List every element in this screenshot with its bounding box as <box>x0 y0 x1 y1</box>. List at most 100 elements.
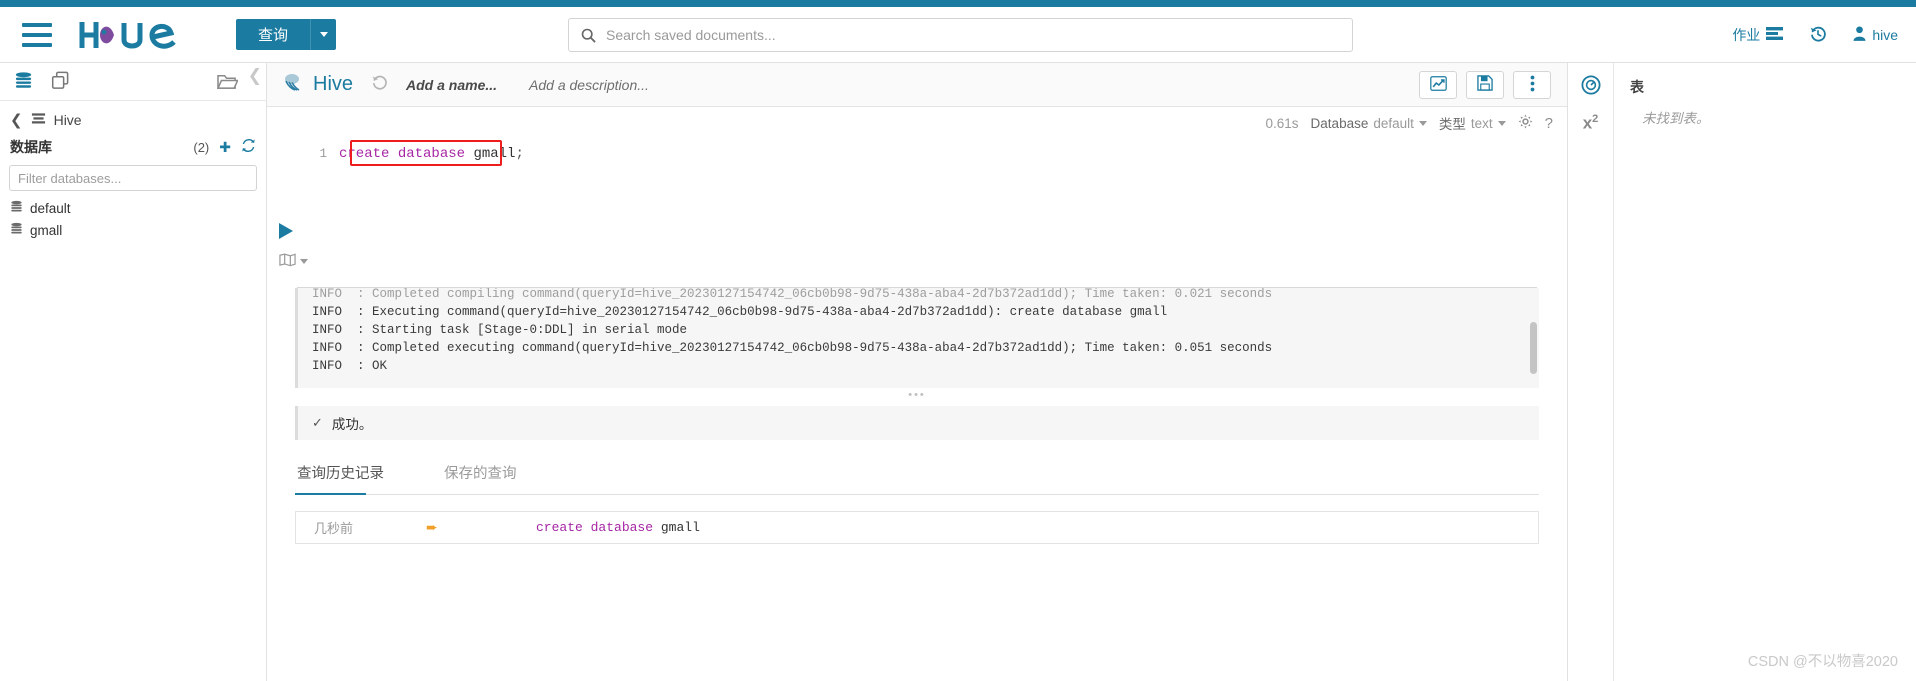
vertical-ellipsis-icon <box>1530 75 1535 95</box>
log-resize-handle[interactable]: ••• <box>295 388 1539 402</box>
query-button[interactable]: 查询 <box>236 19 311 50</box>
log-scrollbar[interactable] <box>1530 322 1537 374</box>
list-item[interactable]: default <box>0 197 266 219</box>
chevron-down-icon <box>319 32 328 37</box>
execution-time: 0.61s <box>1265 115 1299 131</box>
collapse-left-panel-icon[interactable]: ❮ <box>248 67 262 84</box>
result-type-selector[interactable]: 类型 text <box>1439 113 1506 133</box>
code-line: 1 create database gmall; <box>309 143 1567 165</box>
tab-saved-queries[interactable]: 保存的查询 <box>442 462 533 494</box>
hive-logo-icon <box>283 72 305 98</box>
log-line: INFO : Completed compiling command(query… <box>312 288 1273 301</box>
x-squared-icon[interactable]: x2 <box>1583 113 1599 134</box>
assist-source-header[interactable]: ❮ Hive <box>0 101 266 129</box>
log-output-panel[interactable]: INFO : Completed compiling command(query… <box>295 288 1539 388</box>
database-selector-label: Database <box>1310 115 1369 131</box>
result-type-value: text <box>1470 115 1493 131</box>
database-icon[interactable] <box>14 71 33 93</box>
databases-count: (2) <box>193 139 210 155</box>
editor-titlebar: Hive Add a name... Add a description... <box>267 63 1567 107</box>
question-mark-icon[interactable]: ? <box>1545 115 1553 132</box>
history-sql: create database gmall <box>536 520 700 535</box>
execution-meta-bar: 0.61s Database default 类型 text ? <box>267 107 1567 139</box>
search-input[interactable] <box>606 19 1340 51</box>
right-panel-rail: x2 <box>1568 63 1614 681</box>
sql-keyword: database <box>397 146 466 162</box>
hue-application: 查询 作业 <box>0 0 1916 681</box>
chart-button[interactable] <box>1419 70 1457 99</box>
editor-column: Hive Add a name... Add a description... <box>267 63 1568 681</box>
pin-icon[interactable]: ➨ <box>426 519 536 536</box>
documents-icon[interactable] <box>51 71 70 93</box>
sql-space <box>389 146 397 162</box>
sql-keyword: create <box>339 146 390 162</box>
tab-query-history[interactable]: 查询历史记录 <box>295 462 400 495</box>
editor-text-area[interactable]: 1 create database gmall; <box>309 139 1567 287</box>
log-output-section: INFO : Completed compiling command(query… <box>267 287 1567 402</box>
user-nav-item[interactable]: hive <box>1853 26 1898 44</box>
editor-app-label: Hive <box>313 73 354 95</box>
database-selector[interactable]: Database default <box>1311 116 1427 131</box>
query-name-input[interactable]: Add a name... <box>406 77 497 93</box>
database-icon <box>10 222 23 238</box>
more-options-button[interactable] <box>1513 70 1551 99</box>
table-row[interactable]: 几秒前 ➨ create database gmall <box>295 511 1539 544</box>
filter-databases-input[interactable] <box>18 166 248 190</box>
assist-source-label: Hive <box>53 112 82 128</box>
chevron-down-icon <box>1418 120 1427 126</box>
body-container: ❮ ❮ Hive 数据库 (2) ✚ Filter databases... d… <box>0 63 1916 681</box>
user-icon <box>1853 26 1866 44</box>
saved-documents-search[interactable] <box>568 18 1353 52</box>
log-line: INFO : Starting task [Stage-0:DDL] in se… <box>312 323 688 337</box>
bottom-tabs: 查询历史记录 保存的查询 <box>295 462 1539 495</box>
gear-icon[interactable] <box>1518 114 1533 132</box>
line-number: 1 <box>319 147 327 161</box>
refresh-icon[interactable] <box>241 138 256 156</box>
query-dropdown-button[interactable] <box>310 19 337 50</box>
hive-source-icon <box>31 112 46 129</box>
filter-databases-box[interactable] <box>9 165 257 191</box>
top-navbar: 查询 作业 <box>0 7 1916 63</box>
query-button-group: 查询 <box>236 19 337 50</box>
watermark: CSDN @不以物喜2020 <box>1747 654 1898 670</box>
result-type-label: 类型 <box>1438 117 1466 132</box>
right-panel-content: 表 未找到表。 <box>1614 63 1916 681</box>
sql-keyword: database <box>590 520 654 535</box>
chevron-left-icon[interactable]: ❮ <box>10 111 23 129</box>
sql-keyword: create <box>536 520 583 535</box>
query-description-input[interactable]: Add a description... <box>529 77 649 93</box>
hue-logo[interactable] <box>78 18 196 52</box>
database-selector-value: default <box>1373 115 1414 131</box>
save-button[interactable] <box>1466 70 1504 99</box>
book-menu[interactable] <box>279 253 308 270</box>
code-text[interactable]: create database gmall; <box>339 143 524 165</box>
editor-actions <box>1419 70 1551 99</box>
database-name: gmall <box>30 222 63 238</box>
assist-panel-toolbar: ❮ <box>0 63 266 101</box>
editor-gutter <box>267 139 309 287</box>
sql-punctuation: ; <box>515 146 524 162</box>
history-revert-icon[interactable] <box>371 74 388 96</box>
jobs-nav-item[interactable]: 作业 <box>1732 25 1784 45</box>
history-nav-item[interactable] <box>1809 25 1827 46</box>
navbar-right-actions: 作业 hive <box>1732 7 1898 63</box>
sql-identifier: gmall <box>473 146 516 162</box>
plus-icon[interactable]: ✚ <box>219 139 231 156</box>
database-name: default <box>30 200 71 216</box>
folder-icon[interactable] <box>216 72 239 94</box>
chart-line-icon <box>1429 75 1447 94</box>
hamburger-menu-icon[interactable] <box>22 22 52 47</box>
chevron-down-icon <box>1497 120 1506 126</box>
chevron-down-icon <box>300 259 308 264</box>
list-item[interactable]: gmall <box>0 219 266 241</box>
play-triangle-icon[interactable] <box>279 223 293 239</box>
target-circle-icon[interactable] <box>1580 75 1601 95</box>
editor-app-name[interactable]: Hive <box>283 72 353 98</box>
top-accent-strip <box>0 0 1916 7</box>
jobs-label: 作业 <box>1732 27 1761 43</box>
status-message: 成功。 <box>331 417 373 432</box>
page-title: 表 <box>1630 79 1644 95</box>
database-icon <box>10 200 23 216</box>
status-badge: ✓ 成功。 <box>295 406 1539 440</box>
log-line: INFO : Executing command(queryId=hive_20… <box>312 305 1168 319</box>
